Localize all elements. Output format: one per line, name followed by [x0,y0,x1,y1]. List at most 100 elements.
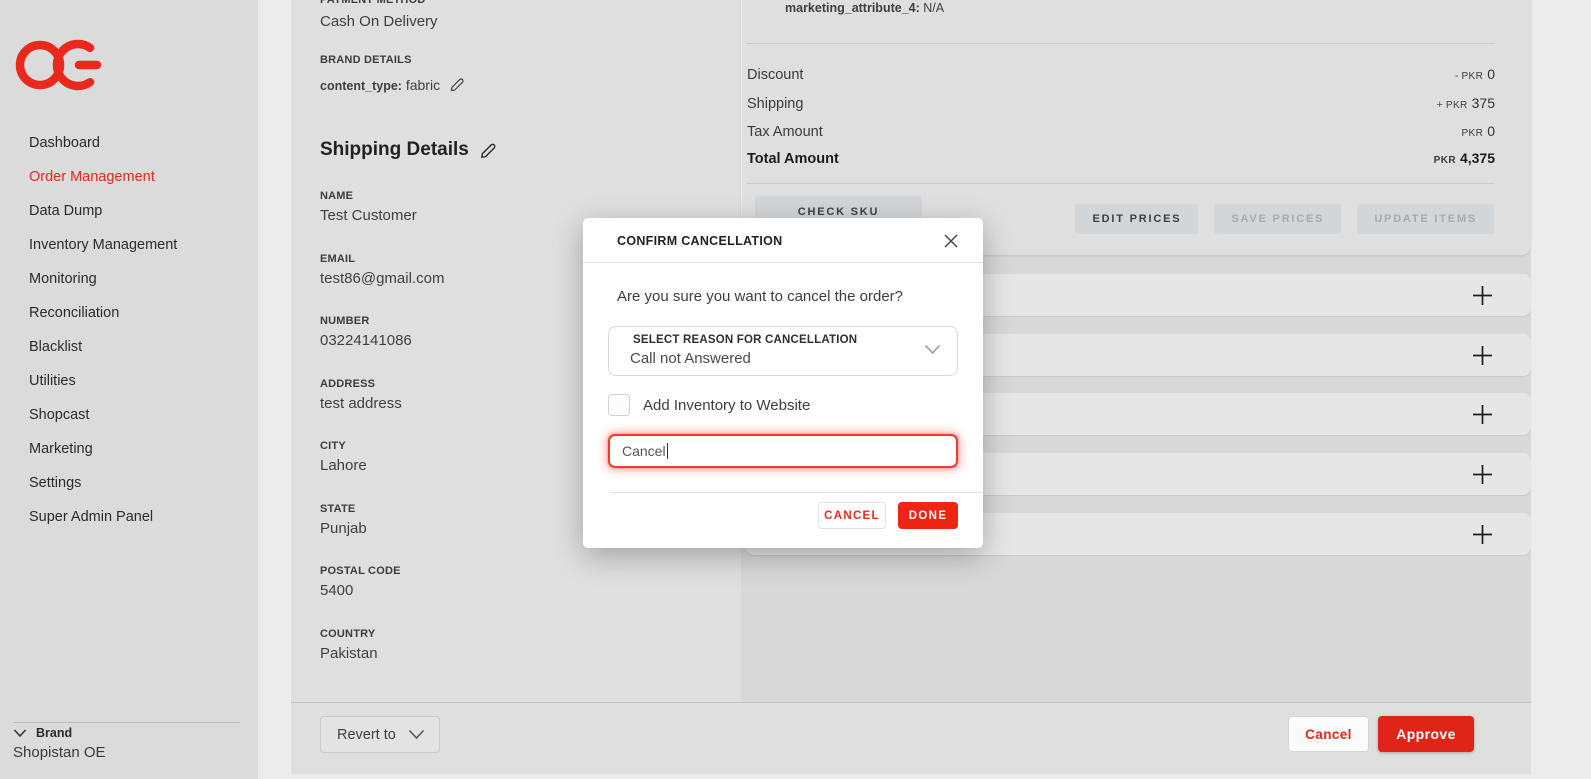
revert-to-dropdown[interactable]: Revert to [320,716,440,753]
cancellation-reason-select[interactable]: SELECT REASON FOR CANCELLATION Call not … [608,326,958,376]
content-type-value: fabric [406,77,440,93]
field-label: EMAIL [320,253,444,265]
plus-icon[interactable] [1472,524,1493,545]
edit-pencil-icon[interactable] [478,141,497,160]
field-country: COUNTRY Pakistan [320,628,378,663]
sidebar-item-order-management[interactable]: Order Management [0,160,258,194]
field-postal-code: POSTAL CODE 5400 [320,565,401,600]
brand-value: Shopistan OE [13,744,106,761]
plus-icon[interactable] [1472,285,1493,306]
shipping-details-title: Shipping Details [320,139,469,161]
summary-row-discount: Discount -PKR0 [747,66,1495,83]
order-summary-card: marketing_attribute_4: N/A Discount -PKR… [741,0,1531,255]
sidebar-item-blacklist[interactable]: Blacklist [0,330,258,364]
field-label: CITY [320,440,367,452]
field-label: NUMBER [320,315,412,327]
summary-row-tax: Tax Amount PKR 0 [747,123,1495,140]
marketing-attribute-row: marketing_attribute_4: N/A [785,1,944,15]
payment-method-value: Cash On Delivery [320,13,438,30]
amount-sign: + [1436,99,1442,111]
sidebar-item-settings[interactable]: Settings [0,466,258,500]
brand-label: Brand [36,726,72,740]
field-value: Lahore [320,457,367,474]
plus-icon[interactable] [1472,345,1493,366]
edit-prices-button[interactable]: EDIT PRICES [1075,204,1198,234]
field-label: COUNTRY [320,628,378,640]
currency-code: PKR [1461,128,1483,139]
summary-divider [747,43,1495,44]
sidebar-item-dashboard[interactable]: Dashboard [0,126,258,160]
confirm-cancellation-modal: CONFIRM CANCELLATION Are you sure you wa… [583,218,983,548]
amount-sign: - [1455,70,1459,82]
field-label: NAME [320,190,417,202]
sidebar-nav: Dashboard Order Management Data Dump Inv… [0,126,258,534]
sidebar-item-reconciliation[interactable]: Reconciliation [0,296,258,330]
amount-value: 375 [1472,95,1495,111]
field-value: Punjab [320,520,367,537]
field-value: test address [320,395,402,412]
amount-value: 4,375 [1460,150,1495,166]
field-value: Test Customer [320,207,417,224]
brand-selector[interactable]: Brand [13,726,72,740]
modal-title: CONFIRM CANCELLATION [617,234,782,248]
sidebar-item-super-admin-panel[interactable]: Super Admin Panel [0,500,258,534]
marketing-attribute-value: N/A [923,1,944,15]
modal-done-button[interactable]: DONE [898,502,958,529]
add-inventory-checkbox[interactable] [608,394,630,416]
revert-to-label: Revert to [337,727,396,743]
summary-row-total: Total Amount PKR4,375 [747,150,1495,167]
save-prices-button[interactable]: SAVE PRICES [1214,204,1341,234]
modal-cancel-button[interactable]: CANCEL [818,502,886,529]
field-number: NUMBER 03224141086 [320,315,412,350]
marketing-attribute-key: marketing_attribute_4: [785,1,920,15]
sidebar: Dashboard Order Management Data Dump Inv… [0,0,258,779]
update-items-button[interactable]: UPDATE ITEMS [1357,204,1494,234]
add-inventory-label: Add Inventory to Website [643,397,810,414]
app-window: Dashboard Order Management Data Dump Inv… [0,0,1591,779]
currency-code: PKR [1446,100,1468,111]
confirmation-question: Are you sure you want to cancel the orde… [617,288,903,305]
sidebar-item-marketing[interactable]: Marketing [0,432,258,466]
sidebar-item-data-dump[interactable]: Data Dump [0,194,258,228]
footer-action-bar: Revert to Cancel Approve [291,702,1531,774]
reason-select-label: SELECT REASON FOR CANCELLATION [633,334,857,346]
summary-label: Shipping [747,96,803,112]
sidebar-item-monitoring[interactable]: Monitoring [0,262,258,296]
field-address: ADDRESS test address [320,378,402,413]
field-state: STATE Punjab [320,503,367,538]
summary-label: Tax Amount [747,124,823,140]
amount-value: 0 [1487,66,1495,82]
summary-divider [747,183,1495,184]
amount-value: 0 [1487,123,1495,139]
sidebar-divider [13,722,240,723]
brand-details-label: BRAND DETAILS [320,54,412,66]
summary-row-shipping: Shipping + PKR 375 [747,95,1495,112]
close-icon[interactable] [942,232,960,250]
chevron-down-icon [408,729,425,740]
shipping-details-heading: Shipping Details [320,139,497,161]
summary-label: Total Amount [747,151,839,167]
sidebar-item-inventory-management[interactable]: Inventory Management [0,228,258,262]
field-value: 03224141086 [320,332,412,349]
field-value: Pakistan [320,645,378,662]
field-value: test86@gmail.com [320,270,444,287]
input-text: Cancel [622,443,666,459]
edit-pencil-icon[interactable] [448,76,465,93]
approve-order-button[interactable]: Approve [1378,716,1474,752]
brand-details-row: content_type: fabric [320,76,465,93]
sidebar-item-shopcast[interactable]: Shopcast [0,398,258,432]
modal-header: CONFIRM CANCELLATION [583,218,983,263]
plus-icon[interactable] [1472,464,1493,485]
currency-code: PKR [1461,71,1483,82]
sidebar-item-utilities[interactable]: Utilities [0,364,258,398]
chevron-down-icon [924,344,941,355]
plus-icon[interactable] [1472,404,1493,425]
field-email: EMAIL test86@gmail.com [320,253,444,288]
content-type-key: content_type: [320,79,402,93]
chevron-down-icon [13,728,27,738]
cancellation-note-input[interactable]: Cancel [608,434,958,468]
modal-divider [610,492,983,493]
cancel-order-button[interactable]: Cancel [1288,716,1369,752]
price-actions: EDIT PRICES SAVE PRICES UPDATE ITEMS [1075,204,1494,234]
oe-logo-icon [13,34,105,96]
